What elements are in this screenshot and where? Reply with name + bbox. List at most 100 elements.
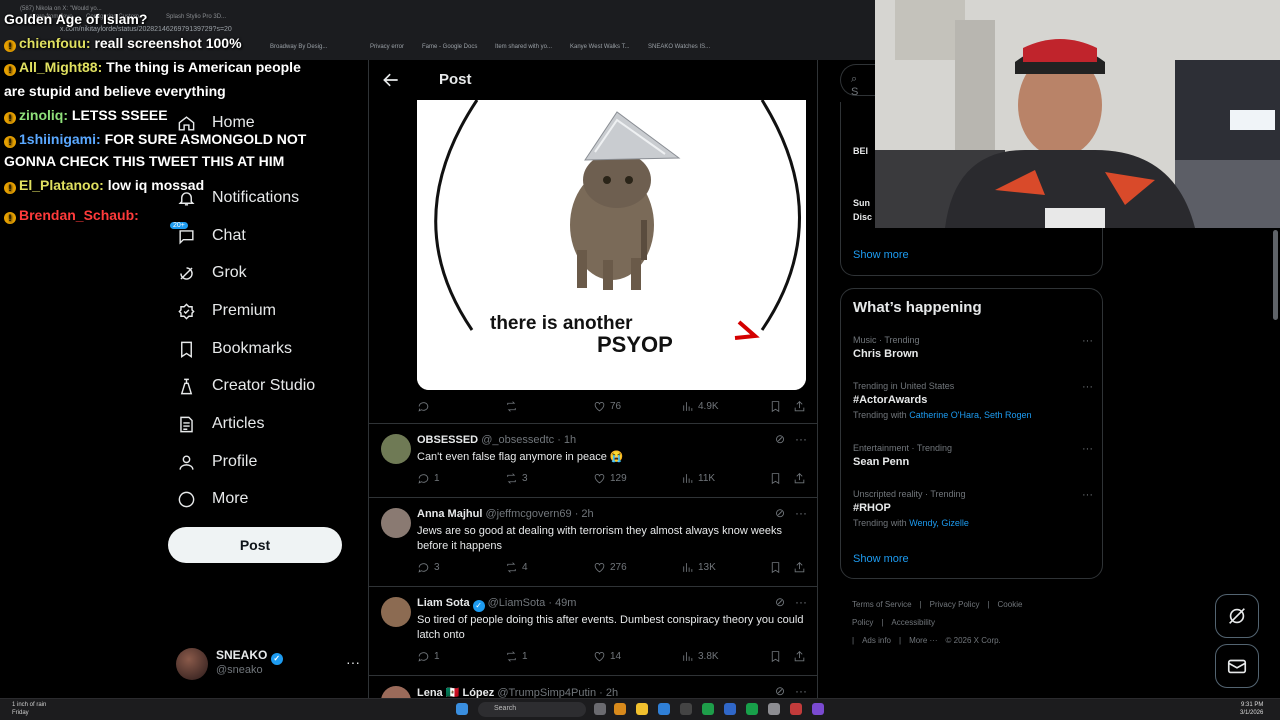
- views-button[interactable]: 4.9K: [681, 400, 719, 413]
- share-button[interactable]: [793, 400, 806, 413]
- back-arrow-icon[interactable]: [381, 70, 401, 90]
- sidebar-item-more[interactable]: More: [176, 484, 248, 514]
- grok-icon[interactable]: ⊘: [775, 506, 785, 520]
- post-button[interactable]: Post: [168, 527, 342, 563]
- panel-row-text[interactable]: Sun: [853, 198, 870, 208]
- heart-button[interactable]: 14: [593, 650, 621, 663]
- bookmark-button[interactable]: [769, 561, 782, 574]
- footer-link[interactable]: © 2026 X Corp.: [946, 636, 1001, 645]
- repost-button[interactable]: [505, 400, 522, 413]
- reply-author-name[interactable]: Liam Sota: [417, 597, 470, 609]
- panel-row-text[interactable]: BEI: [853, 146, 868, 156]
- bookmark-item[interactable]: Kanye West Walks T...: [570, 44, 630, 50]
- trend-related-links[interactable]: Wendy, Gizelle: [909, 518, 969, 528]
- more-options-icon[interactable]: ···: [346, 654, 360, 670]
- grok-icon[interactable]: ⊘: [775, 684, 785, 698]
- reply-time[interactable]: 1h: [564, 434, 576, 446]
- reply-time[interactable]: 49m: [555, 597, 576, 609]
- trend-item[interactable]: Music · Trending Chris Brown ···: [853, 335, 1093, 360]
- chrome-icon[interactable]: [702, 703, 714, 715]
- share-button[interactable]: [793, 650, 806, 663]
- taskbar-search[interactable]: Search: [478, 702, 586, 717]
- avatar[interactable]: [381, 508, 411, 538]
- reply-tweet[interactable]: OBSESSED @_obsessedtc · 1h ⊘ ··· Can't even…: [369, 423, 817, 497]
- more-options-icon[interactable]: ···: [1082, 381, 1093, 393]
- folder-icon[interactable]: [636, 703, 648, 715]
- reply-tweet[interactable]: Lena 🇲🇽 López @TrumpSimp4Putin · 2h ⊘ ···: [369, 675, 817, 700]
- repost-button[interactable]: 4: [505, 561, 528, 574]
- repost-button[interactable]: 3: [505, 472, 528, 485]
- sidebar-item-bookmarks[interactable]: Bookmarks: [176, 334, 292, 364]
- bookmark-item[interactable]: Item shared with yo...: [495, 44, 552, 50]
- more-options-icon[interactable]: ···: [795, 506, 807, 520]
- trend-item[interactable]: Trending in United States #ActorAwards Tre…: [853, 381, 1093, 420]
- footer-link[interactable]: More ···: [909, 636, 937, 645]
- sidebar-item-profile[interactable]: Profile: [176, 447, 257, 477]
- avatar[interactable]: [381, 597, 411, 627]
- footer-link[interactable]: Privacy Policy: [930, 600, 980, 609]
- views-chart-button[interactable]: 11K: [681, 472, 715, 485]
- views-chart-button[interactable]: 13K: [681, 561, 716, 574]
- more-options-icon[interactable]: ···: [1082, 489, 1093, 501]
- weather-widget[interactable]: 1 inch of rain Friday: [12, 701, 46, 717]
- taskbar-clock[interactable]: 9:31 PM 3/1/2026: [1240, 701, 1263, 717]
- reply-handle[interactable]: @_obsessedtc: [481, 434, 554, 446]
- windows-start-icon[interactable]: [456, 703, 468, 715]
- trend-item[interactable]: Entertainment · Trending Sean Penn ···: [853, 443, 1093, 468]
- footer-link[interactable]: Accessibility: [891, 618, 935, 627]
- more-options-icon[interactable]: ···: [795, 595, 807, 609]
- trend-related-links[interactable]: Catherine O'Hara, Seth Rogen: [909, 410, 1031, 420]
- bookmark-item[interactable]: SNEAKO Watches IS...: [648, 44, 710, 50]
- show-more-link[interactable]: Show more: [853, 249, 909, 261]
- bookmark-item[interactable]: Fame - Google Docs: [422, 44, 477, 50]
- reply-author-name[interactable]: Anna Majhul: [417, 508, 482, 520]
- app-icon[interactable]: [768, 703, 780, 715]
- more-options-icon[interactable]: ···: [1082, 443, 1093, 455]
- page-scrollbar[interactable]: [1273, 230, 1278, 320]
- sidebar-item-grok[interactable]: Grok: [176, 258, 247, 288]
- edge-icon[interactable]: [658, 703, 670, 715]
- app-icon[interactable]: [812, 703, 824, 715]
- store-icon[interactable]: [680, 703, 692, 715]
- panel-row-text[interactable]: Disc: [853, 212, 872, 222]
- messages-floating-button[interactable]: [1215, 644, 1259, 688]
- reply-time[interactable]: 2h: [581, 508, 593, 520]
- views-chart-button[interactable]: 3.8K: [681, 650, 719, 663]
- reply-button[interactable]: 1: [417, 472, 440, 485]
- reply-tweet[interactable]: Anna Majhul @jeffmcgovern69 · 2h ⊘ ··· Jews…: [369, 497, 817, 586]
- more-options-icon[interactable]: ···: [795, 432, 807, 446]
- like-button[interactable]: 76: [593, 400, 621, 413]
- grok-icon[interactable]: ⊘: [775, 595, 785, 609]
- post-image[interactable]: there is another PSYOP: [417, 100, 806, 390]
- app-icon[interactable]: [724, 703, 736, 715]
- task-view-icon[interactable]: [594, 703, 606, 715]
- reply-button[interactable]: [417, 400, 434, 413]
- reply-tweet[interactable]: Liam Sota ✓ @LiamSota · 49m ⊘ ··· So tired o…: [369, 586, 817, 675]
- account-switcher[interactable]: SNEAKO ✓ @sneako ···: [176, 646, 360, 682]
- heart-button[interactable]: 276: [593, 561, 627, 574]
- reply-button[interactable]: 1: [417, 650, 440, 663]
- xbox-icon[interactable]: [746, 703, 758, 715]
- bookmark-button[interactable]: [769, 472, 782, 485]
- search-input[interactable]: ⌕ S: [840, 64, 875, 98]
- sidebar-item-creator-studio[interactable]: Creator Studio: [176, 371, 315, 401]
- footer-link[interactable]: Ads info: [862, 636, 891, 645]
- grok-icon[interactable]: ⊘: [775, 432, 785, 446]
- show-more-link[interactable]: Show more: [853, 553, 909, 565]
- reply-author-name[interactable]: OBSESSED: [417, 434, 478, 446]
- reply-handle[interactable]: @LiamSota: [488, 597, 546, 609]
- grok-floating-button[interactable]: [1215, 594, 1259, 638]
- more-options-icon[interactable]: ···: [1082, 335, 1093, 347]
- share-button[interactable]: [793, 561, 806, 574]
- reply-button[interactable]: 3: [417, 561, 440, 574]
- app-icon[interactable]: [614, 703, 626, 715]
- trend-item[interactable]: Unscripted reality · Trending #RHOP Trendi…: [853, 489, 1093, 528]
- app-icon[interactable]: [790, 703, 802, 715]
- sidebar-item-articles[interactable]: Articles: [176, 409, 264, 439]
- reply-handle[interactable]: @jeffmcgovern69: [485, 508, 571, 520]
- bookmark-button[interactable]: [769, 650, 782, 663]
- bookmark-item[interactable]: Privacy error: [370, 44, 404, 50]
- bookmark-button[interactable]: [769, 400, 782, 413]
- avatar[interactable]: [381, 434, 411, 464]
- heart-button[interactable]: 129: [593, 472, 627, 485]
